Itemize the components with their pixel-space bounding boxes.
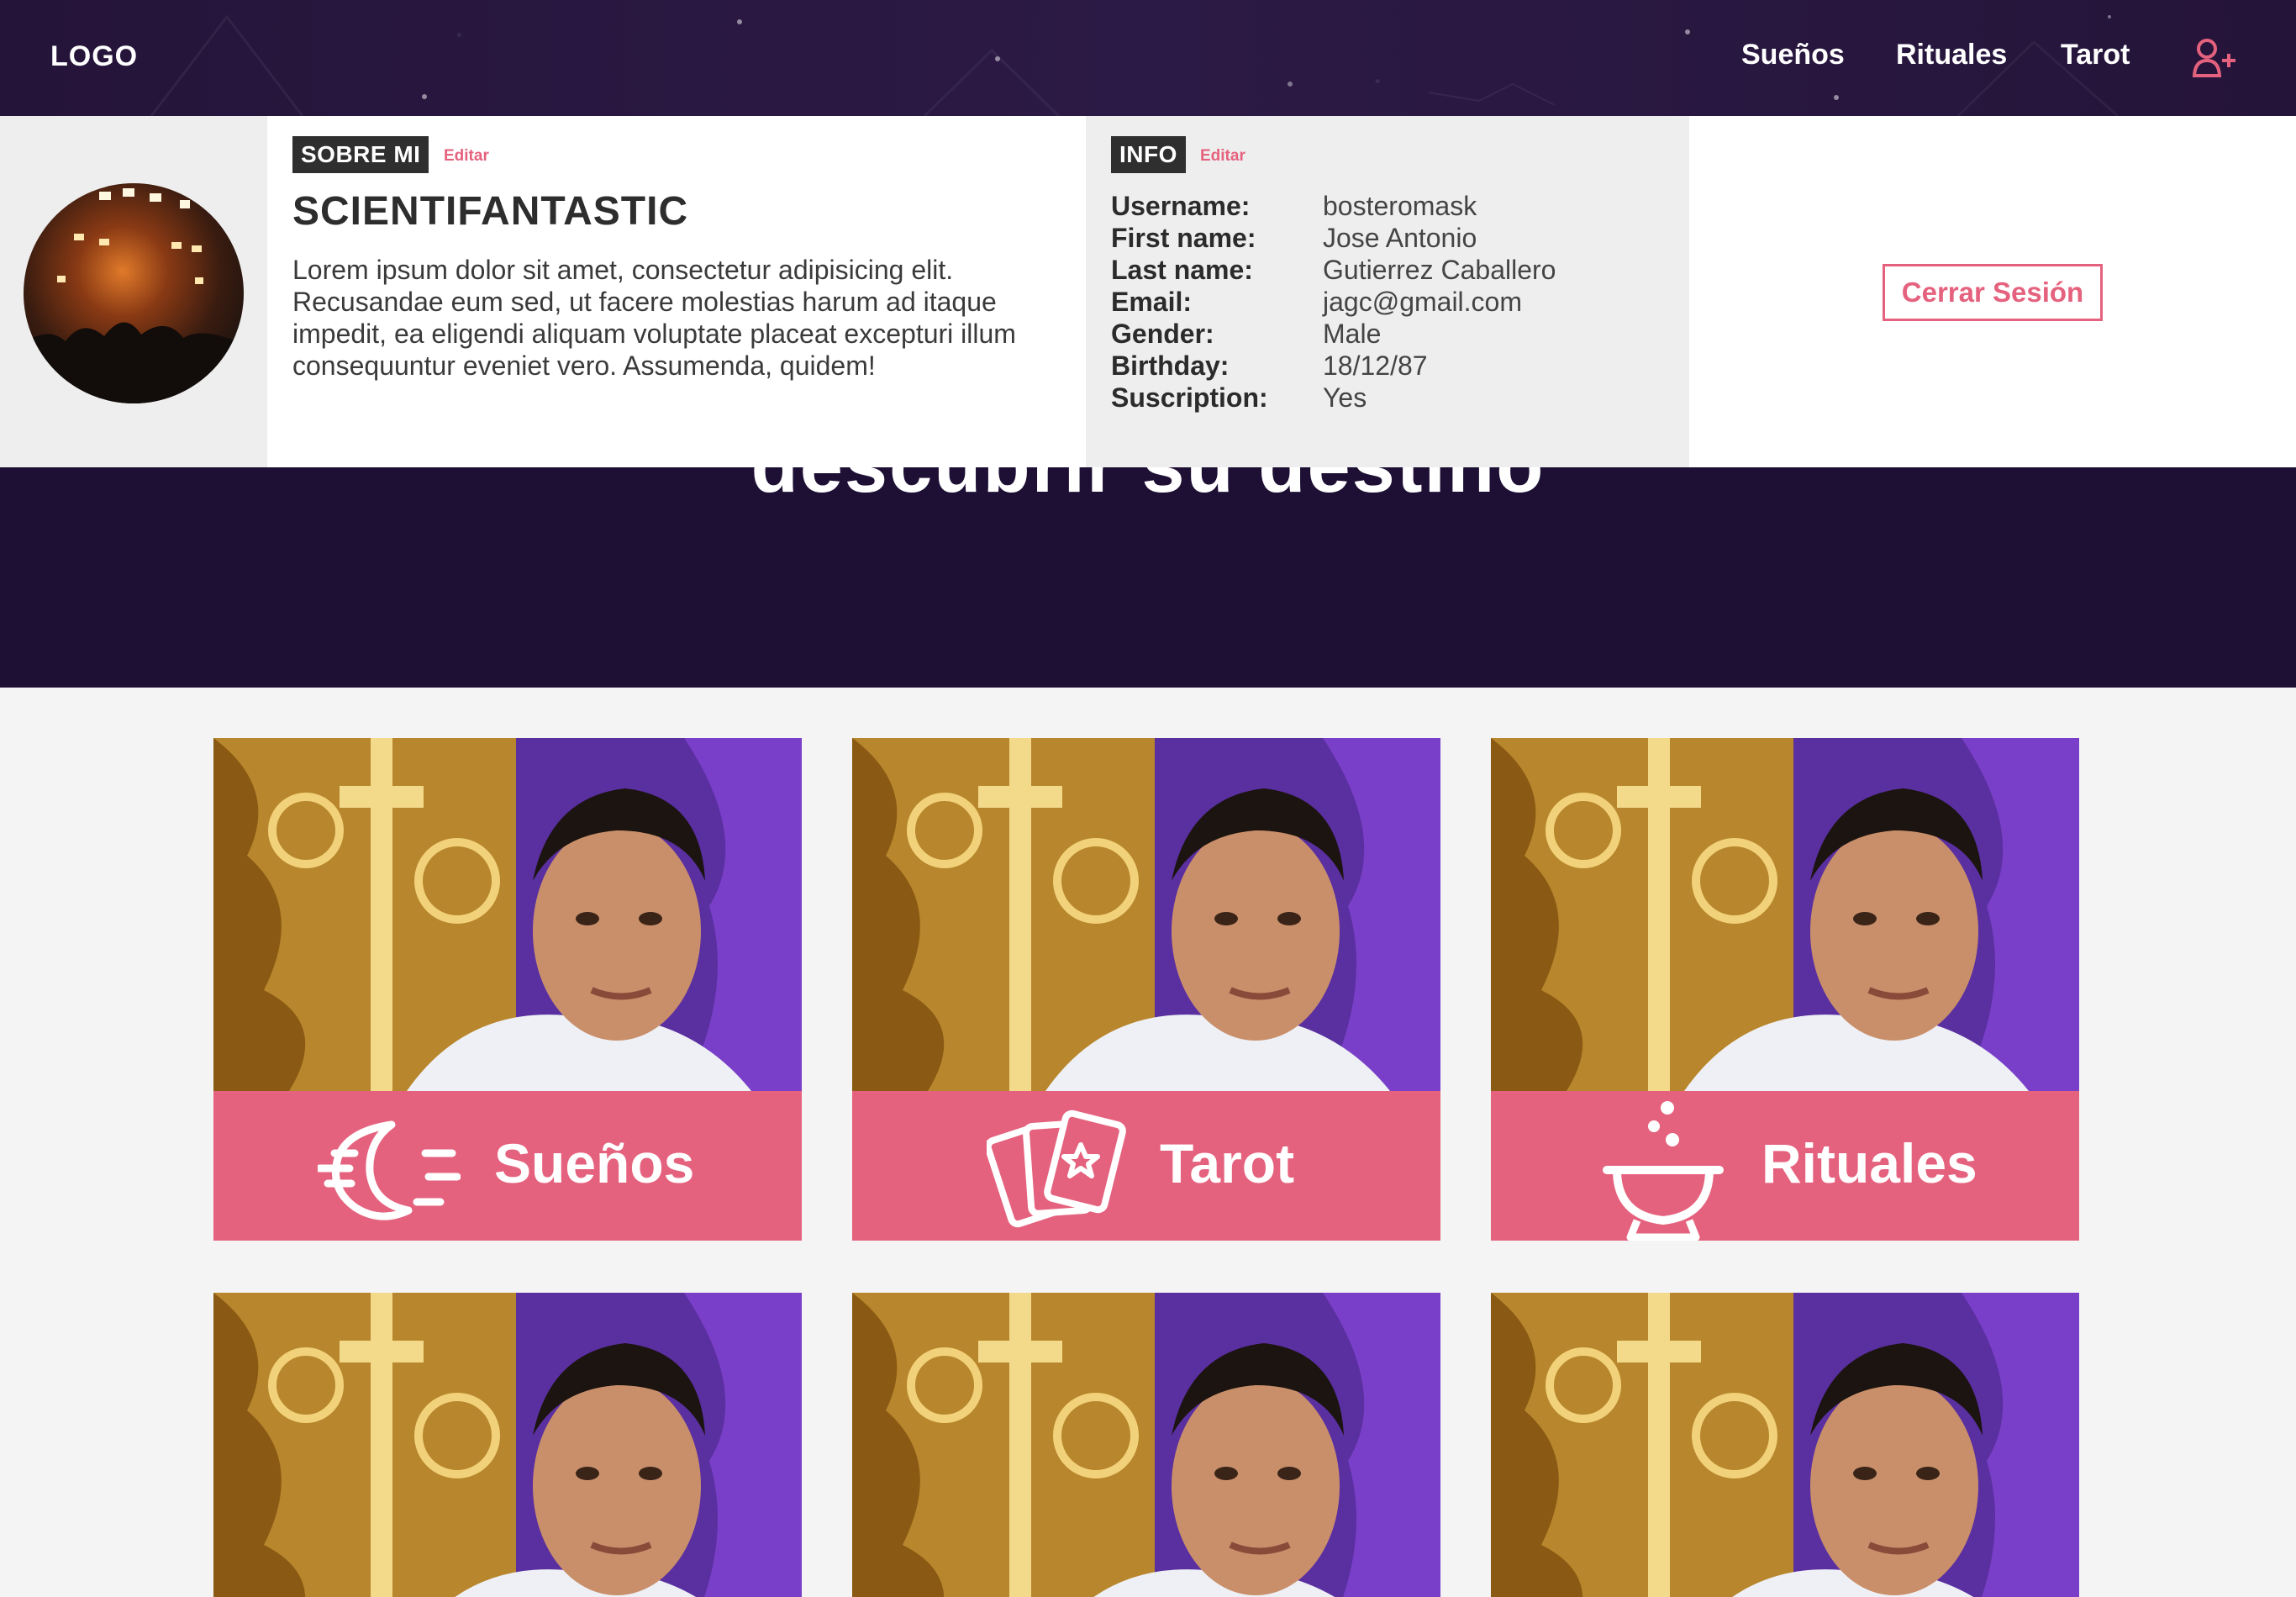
- nav-link-tarot[interactable]: Tarot: [2061, 39, 2130, 71]
- add-user-icon[interactable]: [2192, 37, 2239, 79]
- info-value: Yes: [1323, 382, 1367, 413]
- avatar-column: [0, 116, 267, 467]
- card-band: Rituales: [1491, 1091, 2079, 1241]
- about-title: SCIENTIFANTASTIC: [292, 189, 689, 234]
- category-card-suenos[interactable]: Sueños: [213, 738, 802, 1241]
- logout-button[interactable]: Cerrar Sesión: [1883, 264, 2103, 321]
- info-value: Jose Antonio: [1323, 223, 1477, 253]
- info-value: bosteromask: [1323, 191, 1477, 221]
- info-value: jagc@gmail.com: [1323, 287, 1522, 317]
- info-row-birthday: Birthday: 18/12/87: [1111, 350, 1556, 382]
- info-table: Username: bosteromask First name: Jose A…: [1111, 190, 1556, 414]
- nav-link-rituales[interactable]: Rituales: [1896, 39, 2007, 71]
- info-edit-link[interactable]: Editar: [1200, 147, 1245, 166]
- tarot-cards-icon: [987, 1109, 1126, 1228]
- info-value: Gutierrez Caballero: [1323, 255, 1556, 285]
- category-card[interactable]: [1491, 1293, 2079, 1597]
- card-image: [852, 1293, 1440, 1597]
- info-key: Last name:: [1111, 255, 1253, 285]
- category-card-tarot[interactable]: Tarot: [852, 738, 1440, 1241]
- category-card[interactable]: [852, 1293, 1440, 1597]
- info-key: Username:: [1111, 191, 1251, 221]
- card-image: [1491, 738, 2079, 1091]
- nav-link-suenos[interactable]: Sueños: [1741, 39, 1845, 71]
- about-tag: SOBRE MI: [292, 136, 429, 173]
- info-row-email: Email: jagc@gmail.com: [1111, 286, 1556, 318]
- info-row-first-name: First name: Jose Antonio: [1111, 222, 1556, 254]
- card-band: Sueños: [213, 1091, 802, 1241]
- info-value: 18/12/87: [1323, 350, 1428, 381]
- card-label: Rituales: [1761, 1132, 1977, 1194]
- info-tag: INFO: [1111, 136, 1186, 173]
- card-band: Tarot: [852, 1091, 1440, 1241]
- info-key: Email:: [1111, 287, 1193, 317]
- about-edit-link[interactable]: Editar: [444, 147, 489, 166]
- moon-icon: [318, 1120, 461, 1220]
- avatar: [24, 183, 244, 403]
- info-key: Suscription:: [1111, 382, 1268, 413]
- info-value: Male: [1323, 319, 1382, 349]
- info-row-last-name: Last name: Gutierrez Caballero: [1111, 254, 1556, 286]
- card-label: Tarot: [1160, 1132, 1295, 1194]
- card-image: [213, 1293, 802, 1597]
- hero-band: descubrir su destino: [0, 467, 2296, 688]
- card-image: [1491, 1293, 2079, 1597]
- hero-title: descubrir su destino: [0, 467, 2296, 510]
- card-image: [213, 738, 802, 1091]
- info-row-gender: Gender: Male: [1111, 318, 1556, 350]
- info-key: Gender:: [1111, 319, 1214, 349]
- info-row-subscription: Suscription: Yes: [1111, 382, 1556, 414]
- about-text: Lorem ipsum dolor sit amet, consectetur …: [292, 255, 1016, 381]
- site-logo[interactable]: LOGO: [50, 40, 138, 73]
- info-row-username: Username: bosteromask: [1111, 190, 1556, 222]
- category-card-rituales[interactable]: Rituales: [1491, 738, 2079, 1241]
- category-card[interactable]: [213, 1293, 802, 1597]
- card-label: Sueños: [494, 1132, 695, 1194]
- top-navbar: LOGO Sueños Rituales Tarot: [0, 0, 2296, 116]
- info-section: INFO Editar Username: bosteromask First …: [1086, 116, 1689, 467]
- cauldron-icon: [1603, 1101, 1724, 1241]
- info-key: Birthday:: [1111, 350, 1230, 381]
- about-section: SOBRE MI Editar SCIENTIFANTASTIC Lorem i…: [267, 116, 1086, 467]
- profile-panel: SOBRE MI Editar SCIENTIFANTASTIC Lorem i…: [0, 116, 2296, 467]
- card-image: [852, 738, 1440, 1091]
- info-key: First name:: [1111, 223, 1256, 253]
